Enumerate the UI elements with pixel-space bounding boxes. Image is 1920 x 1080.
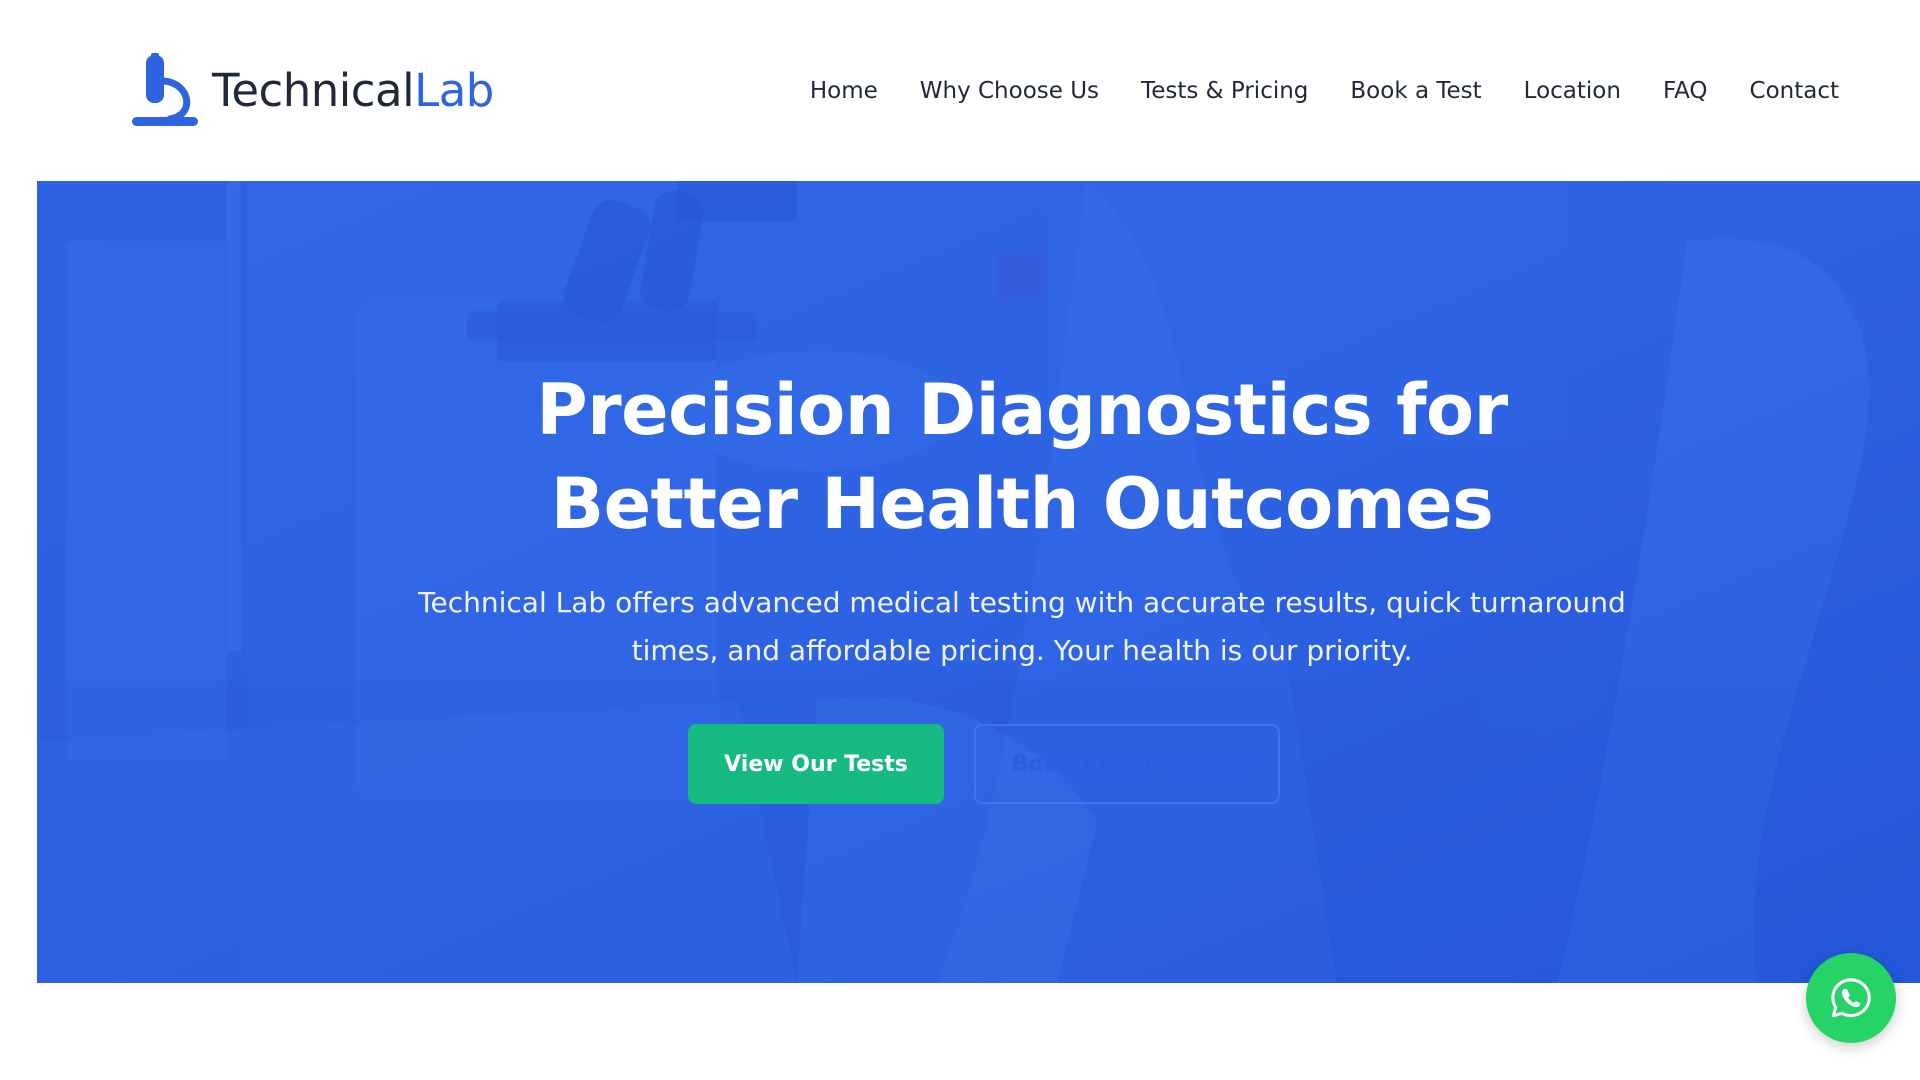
brand-logo-link[interactable]: TechnicalLab <box>130 53 494 127</box>
hero-section: Precision Diagnostics for Better Health … <box>37 181 1920 983</box>
nav-home[interactable]: Home <box>810 70 878 112</box>
whatsapp-icon <box>1831 978 1871 1018</box>
main-nav: Home Why Choose Us Tests & Pricing Book … <box>810 70 1839 112</box>
microscope-icon <box>132 53 198 126</box>
nav-why-choose-us[interactable]: Why Choose Us <box>920 70 1099 112</box>
hero-subtitle: Technical Lab offers advanced medical te… <box>297 579 1747 675</box>
hero-subtitle-line2: times, and affordable pricing. Your heal… <box>631 634 1413 667</box>
brand-name-part1: Technical <box>212 63 415 117</box>
hero-title: Precision Diagnostics for Better Health … <box>197 363 1847 551</box>
hero-title-line1: Precision Diagnostics for <box>536 369 1508 451</box>
nav-contact[interactable]: Contact <box>1750 70 1839 112</box>
brand-name: TechnicalLab <box>212 68 494 113</box>
hero-subtitle-line1: Technical Lab offers advanced medical te… <box>418 586 1626 619</box>
page: TechnicalLab Home Why Choose Us Tests & … <box>0 0 1920 1080</box>
nav-tests-pricing[interactable]: Tests & Pricing <box>1141 70 1308 112</box>
hero-title-line2: Better Health Outcomes <box>550 463 1494 545</box>
site-header: TechnicalLab Home Why Choose Us Tests & … <box>0 0 1920 181</box>
nav-faq[interactable]: FAQ <box>1663 70 1708 112</box>
nav-book-a-test[interactable]: Book a Test <box>1350 70 1481 112</box>
whatsapp-button[interactable] <box>1806 953 1896 1043</box>
view-our-tests-button[interactable]: View Our Tests <box>688 724 944 804</box>
brand-name-part2: Lab <box>414 63 494 117</box>
book-appointment-button[interactable]: Book Appointment <box>974 724 1280 804</box>
nav-location[interactable]: Location <box>1524 70 1621 112</box>
